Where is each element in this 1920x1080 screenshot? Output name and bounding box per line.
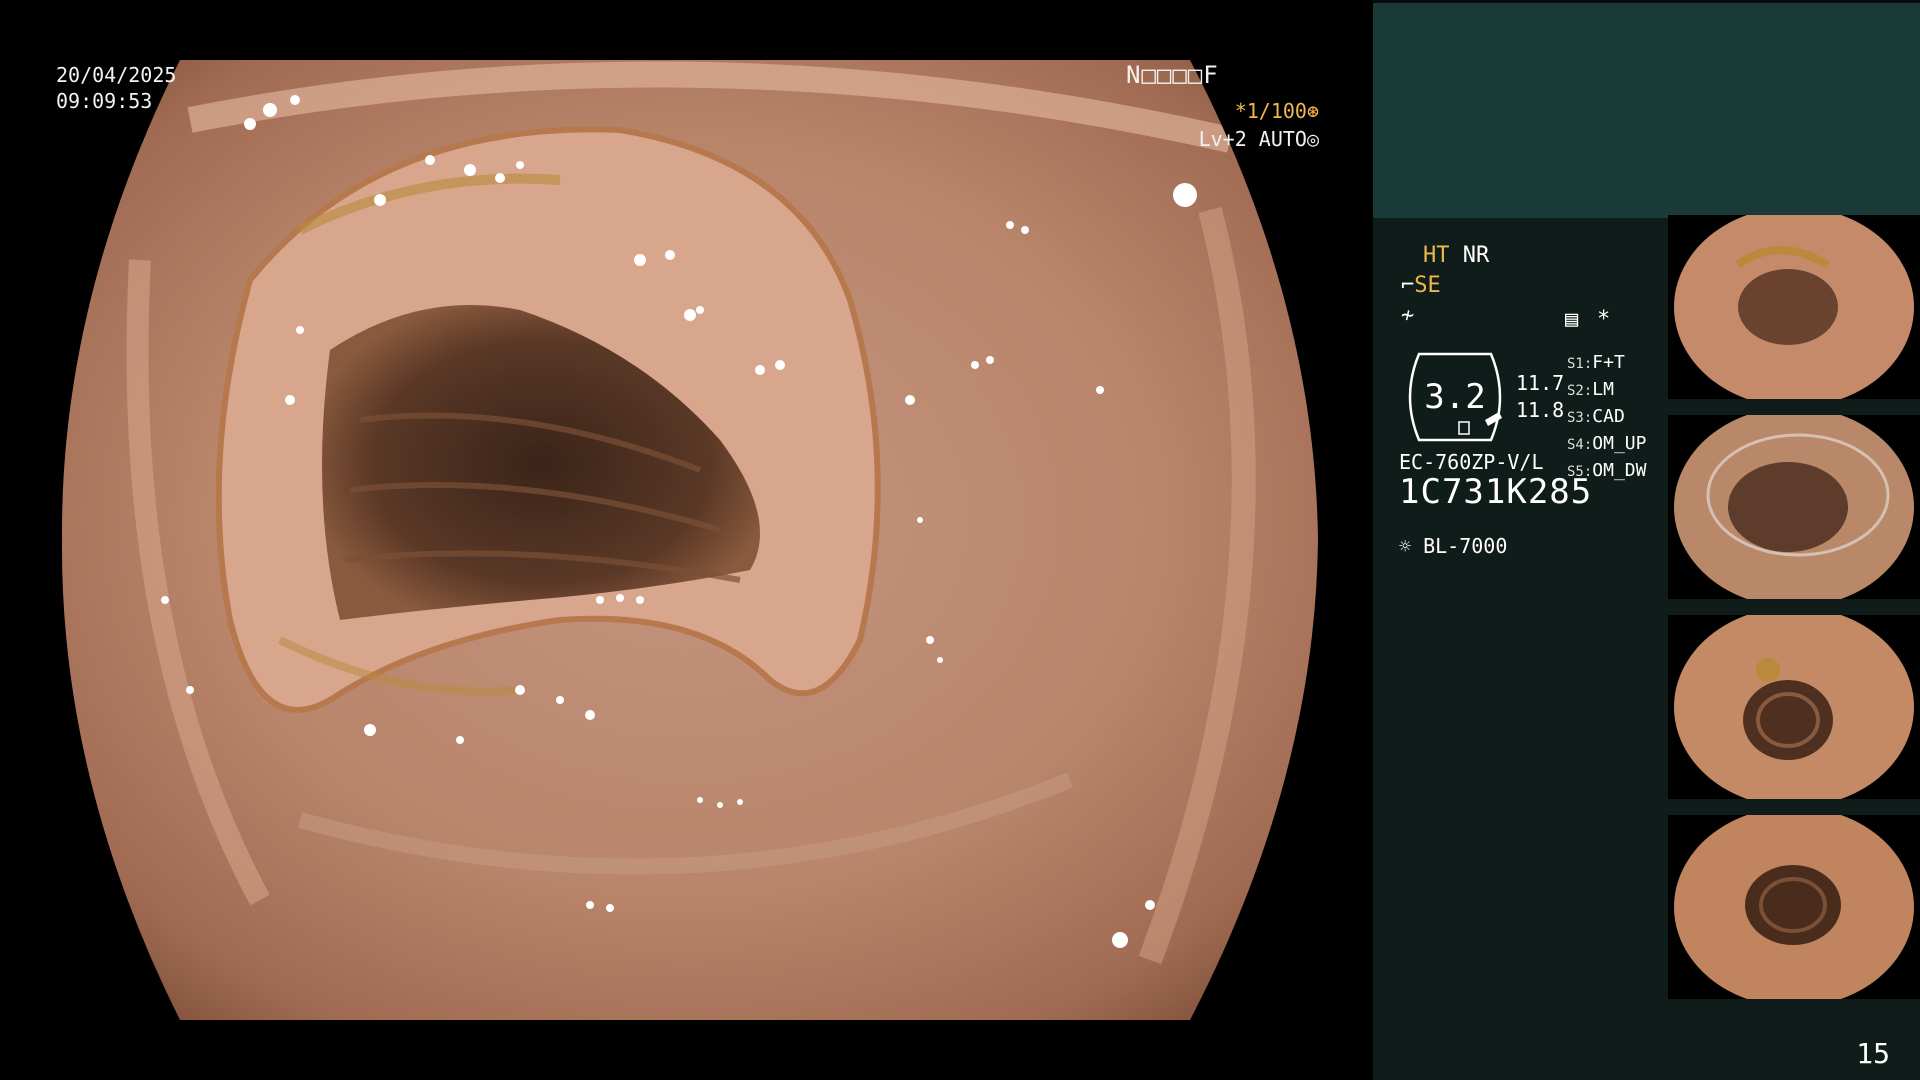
light-icon: ☼ [1399,534,1412,558]
preset-item: S2:LM [1567,379,1614,400]
ht-label: HT [1423,243,1450,268]
time-text: 09:09:53 [56,89,153,113]
level-readout: Lv+2 AUTO◎ [1198,127,1319,151]
asterisk-icon: * [1597,307,1611,332]
value-1: 11.7 [1516,371,1565,395]
thumbnail-image [1674,815,1914,1007]
preset-list: S1:F+T S2:LM S3:CAD S4:OM_UP S5:OM_DW [1567,350,1646,485]
se-label: SE [1414,273,1441,298]
thumbnail-image [1674,415,1914,607]
panel-header-block [1373,0,1920,218]
light-source-label: BL-7000 [1423,534,1508,558]
measure-values: 11.7 11.8 [1516,370,1564,424]
mode-code: N□□□□F [1126,61,1219,89]
thumbnail[interactable] [1668,815,1920,1009]
record-icon: ▤ [1565,307,1579,332]
endoscopy-image [61,60,1319,1020]
thumbnail-image [1674,215,1914,407]
se-row: ⌐SE [1401,272,1441,300]
preset-item: S1:F+T [1567,352,1625,373]
value-2: 11.8 [1516,398,1565,422]
scope-tip-icon: ⌐ [1401,273,1415,298]
zoom-badge: 3.2 [1399,352,1511,442]
light-source: ☼ BL-7000 [1399,532,1507,560]
magnification-readout: *1/100⊛ [1234,99,1319,123]
preset-item: S3:CAD [1567,406,1625,427]
thumbnail-image [1674,615,1914,807]
zoom-value: 3.2 [1424,377,1486,417]
preset-item: S4:OM_UP [1567,433,1647,454]
page-number: 15 [1856,1037,1890,1070]
datetime-overlay: 20/04/2025 09:09:53 [56,62,176,114]
thumbnail[interactable] [1668,415,1920,609]
scope-serial: 1C731K285 [1399,472,1593,512]
date-text: 20/04/2025 [56,63,177,87]
thumbnail[interactable] [1668,615,1920,809]
ht-nr-row: HT NR [1423,242,1489,270]
endoscopy-view: 20/04/2025 09:09:53 N□□□□F *1/100⊛ Lv+2 … [0,0,1373,1080]
wave-icon: ≁ [1401,303,1415,328]
thumbnail[interactable] [1668,215,1920,409]
nr-label: NR [1462,243,1490,268]
